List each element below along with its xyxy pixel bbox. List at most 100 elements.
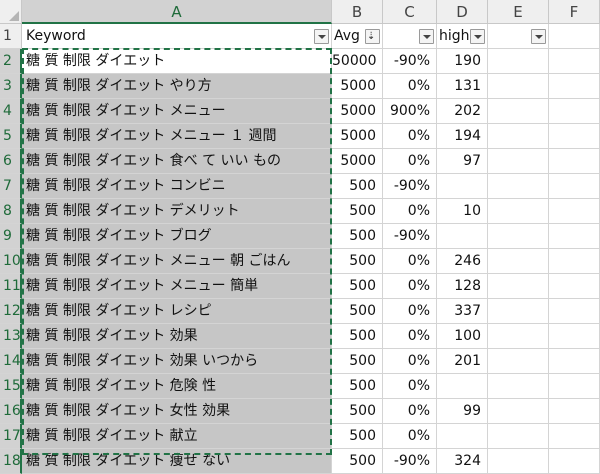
avg-cell[interactable]: 500 — [332, 274, 383, 299]
keyword-cell[interactable]: 糖 質 制限 ダイエット デメリット — [22, 199, 332, 224]
row-header-18[interactable]: 18 — [0, 449, 22, 474]
keyword-cell[interactable]: 糖 質 制限 ダイエット 献立 — [22, 424, 332, 449]
change-cell[interactable]: 0% — [383, 374, 437, 399]
change-cell[interactable]: 0% — [383, 199, 437, 224]
keyword-cell[interactable]: 糖 質 制限 ダイエット 効果 いつから — [22, 349, 332, 374]
high-cell[interactable]: 99 — [437, 399, 488, 424]
filter-button-a[interactable] — [314, 29, 329, 44]
keyword-cell[interactable]: 糖 質 制限 ダイエット 女性 効果 — [22, 399, 332, 424]
empty-cell-f[interactable] — [549, 299, 600, 324]
empty-cell-e[interactable] — [488, 124, 549, 149]
empty-cell-f[interactable] — [549, 249, 600, 274]
column-header-e[interactable]: E — [488, 0, 549, 24]
row-header-5[interactable]: 5 — [0, 124, 22, 149]
row-header-6[interactable]: 6 — [0, 149, 22, 174]
keyword-cell[interactable]: 糖 質 制限 ダイエット レシピ — [22, 299, 332, 324]
keyword-cell[interactable]: 糖 質 制限 ダイエット 危険 性 — [22, 374, 332, 399]
keyword-cell[interactable]: 糖 質 制限 ダイエット やり方 — [22, 74, 332, 99]
change-cell[interactable]: 0% — [383, 399, 437, 424]
empty-cell-e[interactable] — [488, 49, 549, 74]
row-header-15[interactable]: 15 — [0, 374, 22, 399]
empty-cell-e[interactable] — [488, 74, 549, 99]
high-cell[interactable] — [437, 224, 488, 249]
column-header-f[interactable]: F — [549, 0, 600, 24]
spreadsheet-grid[interactable]: A B C D E F 1 Keyword Avg ⇣ high 2 糖 質 制限 ダイエット 50000… — [0, 0, 600, 474]
change-cell[interactable]: 0% — [383, 324, 437, 349]
change-cell[interactable]: 0% — [383, 74, 437, 99]
high-cell[interactable]: 201 — [437, 349, 488, 374]
empty-cell-e[interactable] — [488, 324, 549, 349]
change-cell[interactable]: -90% — [383, 224, 437, 249]
column-header-b[interactable]: B — [332, 0, 383, 24]
high-cell[interactable]: 337 — [437, 299, 488, 324]
empty-cell-f[interactable] — [549, 174, 600, 199]
column-header-c[interactable]: C — [383, 0, 437, 24]
empty-cell-e[interactable] — [488, 174, 549, 199]
empty-cell-f[interactable] — [549, 199, 600, 224]
row-header-10[interactable]: 10 — [0, 249, 22, 274]
empty-cell-f[interactable] — [549, 424, 600, 449]
change-cell[interactable]: 900% — [383, 99, 437, 124]
avg-cell[interactable]: 500 — [332, 174, 383, 199]
high-cell[interactable] — [437, 424, 488, 449]
high-cell[interactable]: 10 — [437, 199, 488, 224]
row-header-12[interactable]: 12 — [0, 299, 22, 324]
avg-cell[interactable]: 500 — [332, 374, 383, 399]
row-header-11[interactable]: 11 — [0, 274, 22, 299]
column-header-a[interactable]: A — [22, 0, 332, 24]
empty-cell-f[interactable] — [549, 449, 600, 474]
empty-cell-e[interactable] — [488, 424, 549, 449]
avg-cell[interactable]: 500 — [332, 199, 383, 224]
high-cell[interactable]: 194 — [437, 124, 488, 149]
empty-cell-f[interactable] — [549, 99, 600, 124]
row-header-16[interactable]: 16 — [0, 399, 22, 424]
empty-cell-f[interactable] — [549, 374, 600, 399]
empty-cell-e[interactable] — [488, 274, 549, 299]
high-cell[interactable]: 128 — [437, 274, 488, 299]
keyword-cell[interactable]: 糖 質 制限 ダイエット — [22, 49, 332, 74]
empty-cell-e[interactable] — [488, 249, 549, 274]
high-cell[interactable] — [437, 174, 488, 199]
empty-cell-e[interactable] — [488, 449, 549, 474]
empty-cell-e[interactable] — [488, 99, 549, 124]
change-cell[interactable]: 0% — [383, 149, 437, 174]
high-cell[interactable]: 202 — [437, 99, 488, 124]
avg-cell[interactable]: 500 — [332, 249, 383, 274]
high-cell[interactable]: 246 — [437, 249, 488, 274]
keyword-cell[interactable]: 糖 質 制限 ダイエット 痩せ ない — [22, 449, 332, 474]
filter-button-e[interactable] — [531, 29, 546, 44]
high-cell[interactable]: 100 — [437, 324, 488, 349]
empty-cell-e[interactable] — [488, 149, 549, 174]
empty-cell-f[interactable] — [549, 349, 600, 374]
select-all-corner[interactable] — [0, 0, 22, 24]
empty-cell-f[interactable] — [549, 324, 600, 349]
filter-button-c[interactable] — [419, 29, 434, 44]
change-cell[interactable]: 0% — [383, 274, 437, 299]
empty-cell-e[interactable] — [488, 199, 549, 224]
empty-cell-e[interactable] — [488, 299, 549, 324]
empty-cell-f[interactable] — [549, 74, 600, 99]
keyword-cell[interactable]: 糖 質 制限 ダイエット 効果 — [22, 324, 332, 349]
keyword-cell[interactable]: 糖 質 制限 ダイエット メニュー 朝 ごはん — [22, 249, 332, 274]
keyword-cell[interactable]: 糖 質 制限 ダイエット メニュー — [22, 99, 332, 124]
avg-cell[interactable]: 500 — [332, 399, 383, 424]
change-cell[interactable]: -90% — [383, 49, 437, 74]
avg-cell[interactable]: 500 — [332, 349, 383, 374]
sort-filter-button-b[interactable]: ⇣ — [365, 29, 380, 44]
row-header-17[interactable]: 17 — [0, 424, 22, 449]
row-header-8[interactable]: 8 — [0, 199, 22, 224]
empty-cell-f[interactable] — [549, 399, 600, 424]
high-cell[interactable]: 131 — [437, 74, 488, 99]
row-header-13[interactable]: 13 — [0, 324, 22, 349]
empty-cell-e[interactable] — [488, 349, 549, 374]
avg-cell[interactable]: 5000 — [332, 124, 383, 149]
keyword-cell[interactable]: 糖 質 制限 ダイエット ブログ — [22, 224, 332, 249]
avg-cell[interactable]: 500 — [332, 449, 383, 474]
change-cell[interactable]: -90% — [383, 449, 437, 474]
row-header-4[interactable]: 4 — [0, 99, 22, 124]
keyword-cell[interactable]: 糖 質 制限 ダイエット 食べ て いい もの — [22, 149, 332, 174]
empty-cell-f[interactable] — [549, 49, 600, 74]
avg-cell[interactable]: 500 — [332, 224, 383, 249]
avg-cell[interactable]: 500 — [332, 299, 383, 324]
keyword-cell[interactable]: 糖 質 制限 ダイエット メニュー １ 週間 — [22, 124, 332, 149]
